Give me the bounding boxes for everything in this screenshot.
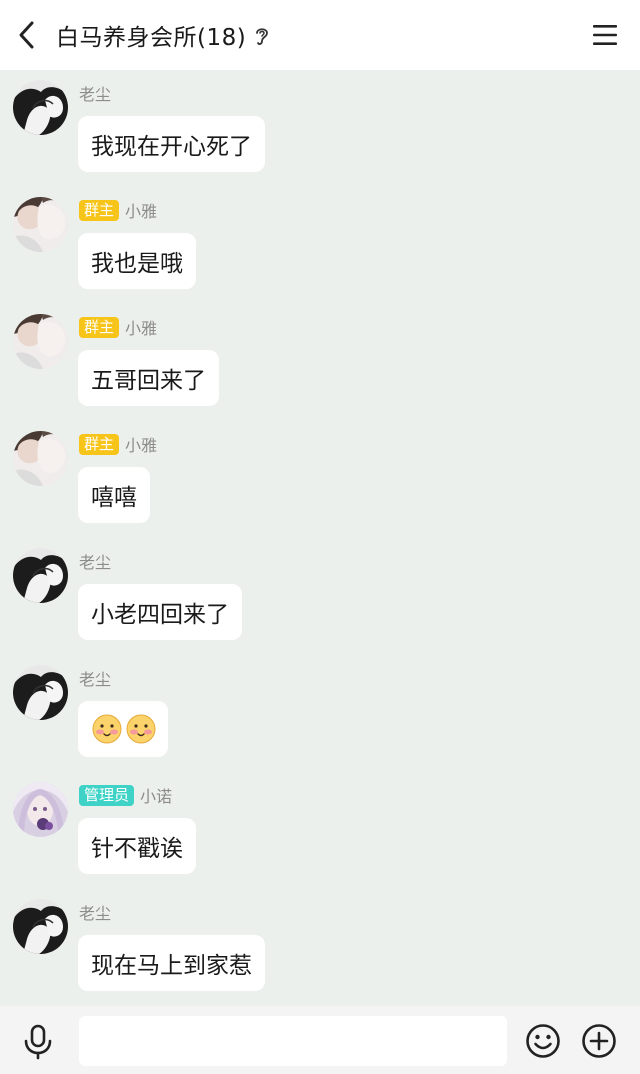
message-bubble[interactable]: 我现在开心死了 (78, 116, 265, 172)
message-bubble[interactable] (78, 701, 168, 757)
blush-emoji-icon (126, 714, 156, 744)
message-bubble[interactable]: 嘻嘻 (78, 467, 150, 523)
avatar[interactable] (13, 899, 68, 954)
avatar[interactable] (13, 665, 68, 720)
emoji-button[interactable] (525, 1023, 561, 1059)
chat-screen: 白马养身会所(18) 老尘 我现在开心死了 群主 小雅 我也是哦 群主 小雅 五… (0, 0, 640, 1074)
hamburger-menu-icon (593, 25, 617, 45)
avatar[interactable] (13, 431, 68, 486)
message-item: 老尘 小老四回来了 (0, 538, 640, 655)
avatar[interactable] (13, 782, 68, 837)
message-input[interactable] (79, 1016, 507, 1066)
message-item: 老尘 我现在开心死了 (0, 70, 640, 187)
message-item: 群主 小雅 五哥回来了 (0, 304, 640, 421)
sender-name[interactable]: 老尘 (79, 81, 111, 105)
sender-name[interactable]: 小雅 (125, 315, 157, 339)
message-meta: 老尘 (79, 82, 111, 104)
avatar[interactable] (13, 80, 68, 135)
header-bar: 白马养身会所(18) (0, 0, 640, 70)
message-item: 管理员 小诺 针不戳诶 (0, 772, 640, 889)
sender-name[interactable]: 小诺 (140, 783, 172, 807)
message-bubble[interactable]: 针不戳诶 (78, 818, 196, 874)
message-meta: 群主 小雅 (79, 316, 157, 338)
menu-button[interactable] (592, 22, 618, 48)
message-item: 老尘 现在马上到家惹 (0, 889, 640, 1006)
admin-badge: 管理员 (79, 784, 135, 806)
avatar[interactable] (13, 314, 68, 369)
message-bubble[interactable]: 五哥回来了 (78, 350, 219, 406)
message-bubble[interactable]: 我也是哦 (78, 233, 196, 289)
message-item: 群主 小雅 我也是哦 (0, 187, 640, 304)
message-meta: 群主 小雅 (79, 433, 157, 455)
plus-circle-icon (582, 1024, 616, 1058)
sender-name[interactable]: 小雅 (125, 432, 157, 456)
input-bar (0, 1006, 640, 1074)
owner-badge: 群主 (79, 316, 120, 338)
message-list[interactable]: 老尘 我现在开心死了 群主 小雅 我也是哦 群主 小雅 五哥回来了 群主 小雅 … (0, 70, 640, 1006)
message-meta: 群主 小雅 (79, 199, 157, 221)
avatar[interactable] (13, 197, 68, 252)
sender-name[interactable]: 小雅 (125, 198, 157, 222)
message-meta: 管理员 小诺 (79, 784, 172, 806)
smiley-icon (526, 1024, 560, 1058)
sender-name[interactable]: 老尘 (79, 549, 111, 573)
message-meta: 老尘 (79, 901, 111, 923)
message-bubble[interactable]: 小老四回来了 (78, 584, 242, 640)
message-meta: 老尘 (79, 667, 111, 689)
message-item: 老尘 (0, 655, 640, 772)
plus-button[interactable] (581, 1023, 617, 1059)
ear-icon[interactable] (254, 25, 270, 47)
owner-badge: 群主 (79, 433, 120, 455)
avatar[interactable] (13, 548, 68, 603)
owner-badge: 群主 (79, 199, 120, 221)
back-button[interactable] (0, 0, 54, 70)
chevron-left-icon (19, 21, 34, 49)
voice-button[interactable] (22, 1024, 54, 1060)
blush-emoji-icon (92, 714, 122, 744)
sender-name[interactable]: 老尘 (79, 666, 111, 690)
microphone-icon (24, 1024, 52, 1060)
message-meta: 老尘 (79, 550, 111, 572)
page-title: 白马养身会所(18) (56, 25, 247, 51)
message-item: 群主 小雅 嘻嘻 (0, 421, 640, 538)
message-bubble[interactable]: 现在马上到家惹 (78, 935, 265, 991)
sender-name[interactable]: 老尘 (79, 900, 111, 924)
